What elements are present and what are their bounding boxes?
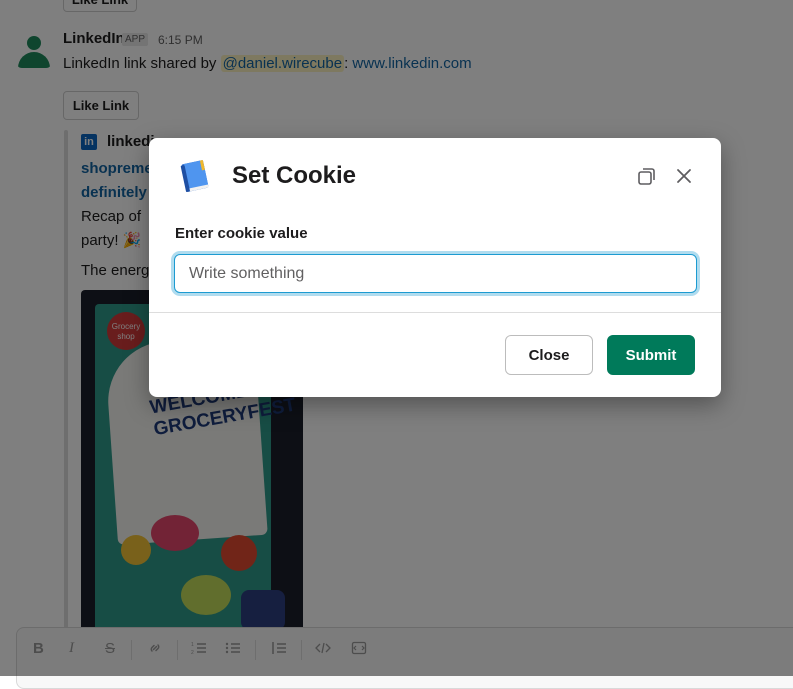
submit-button[interactable]: Submit bbox=[607, 335, 695, 375]
open-in-window-icon[interactable] bbox=[633, 162, 661, 190]
book-icon bbox=[177, 158, 213, 194]
modal-title: Set Cookie bbox=[232, 162, 357, 189]
set-cookie-modal: Set Cookie Enter cookie value Close Subm… bbox=[149, 138, 721, 397]
close-button[interactable]: Close bbox=[505, 335, 593, 375]
cookie-value-input[interactable] bbox=[174, 254, 697, 293]
modal-footer-divider bbox=[149, 312, 721, 313]
cookie-value-label: Enter cookie value bbox=[175, 225, 308, 242]
close-icon[interactable] bbox=[670, 162, 698, 190]
